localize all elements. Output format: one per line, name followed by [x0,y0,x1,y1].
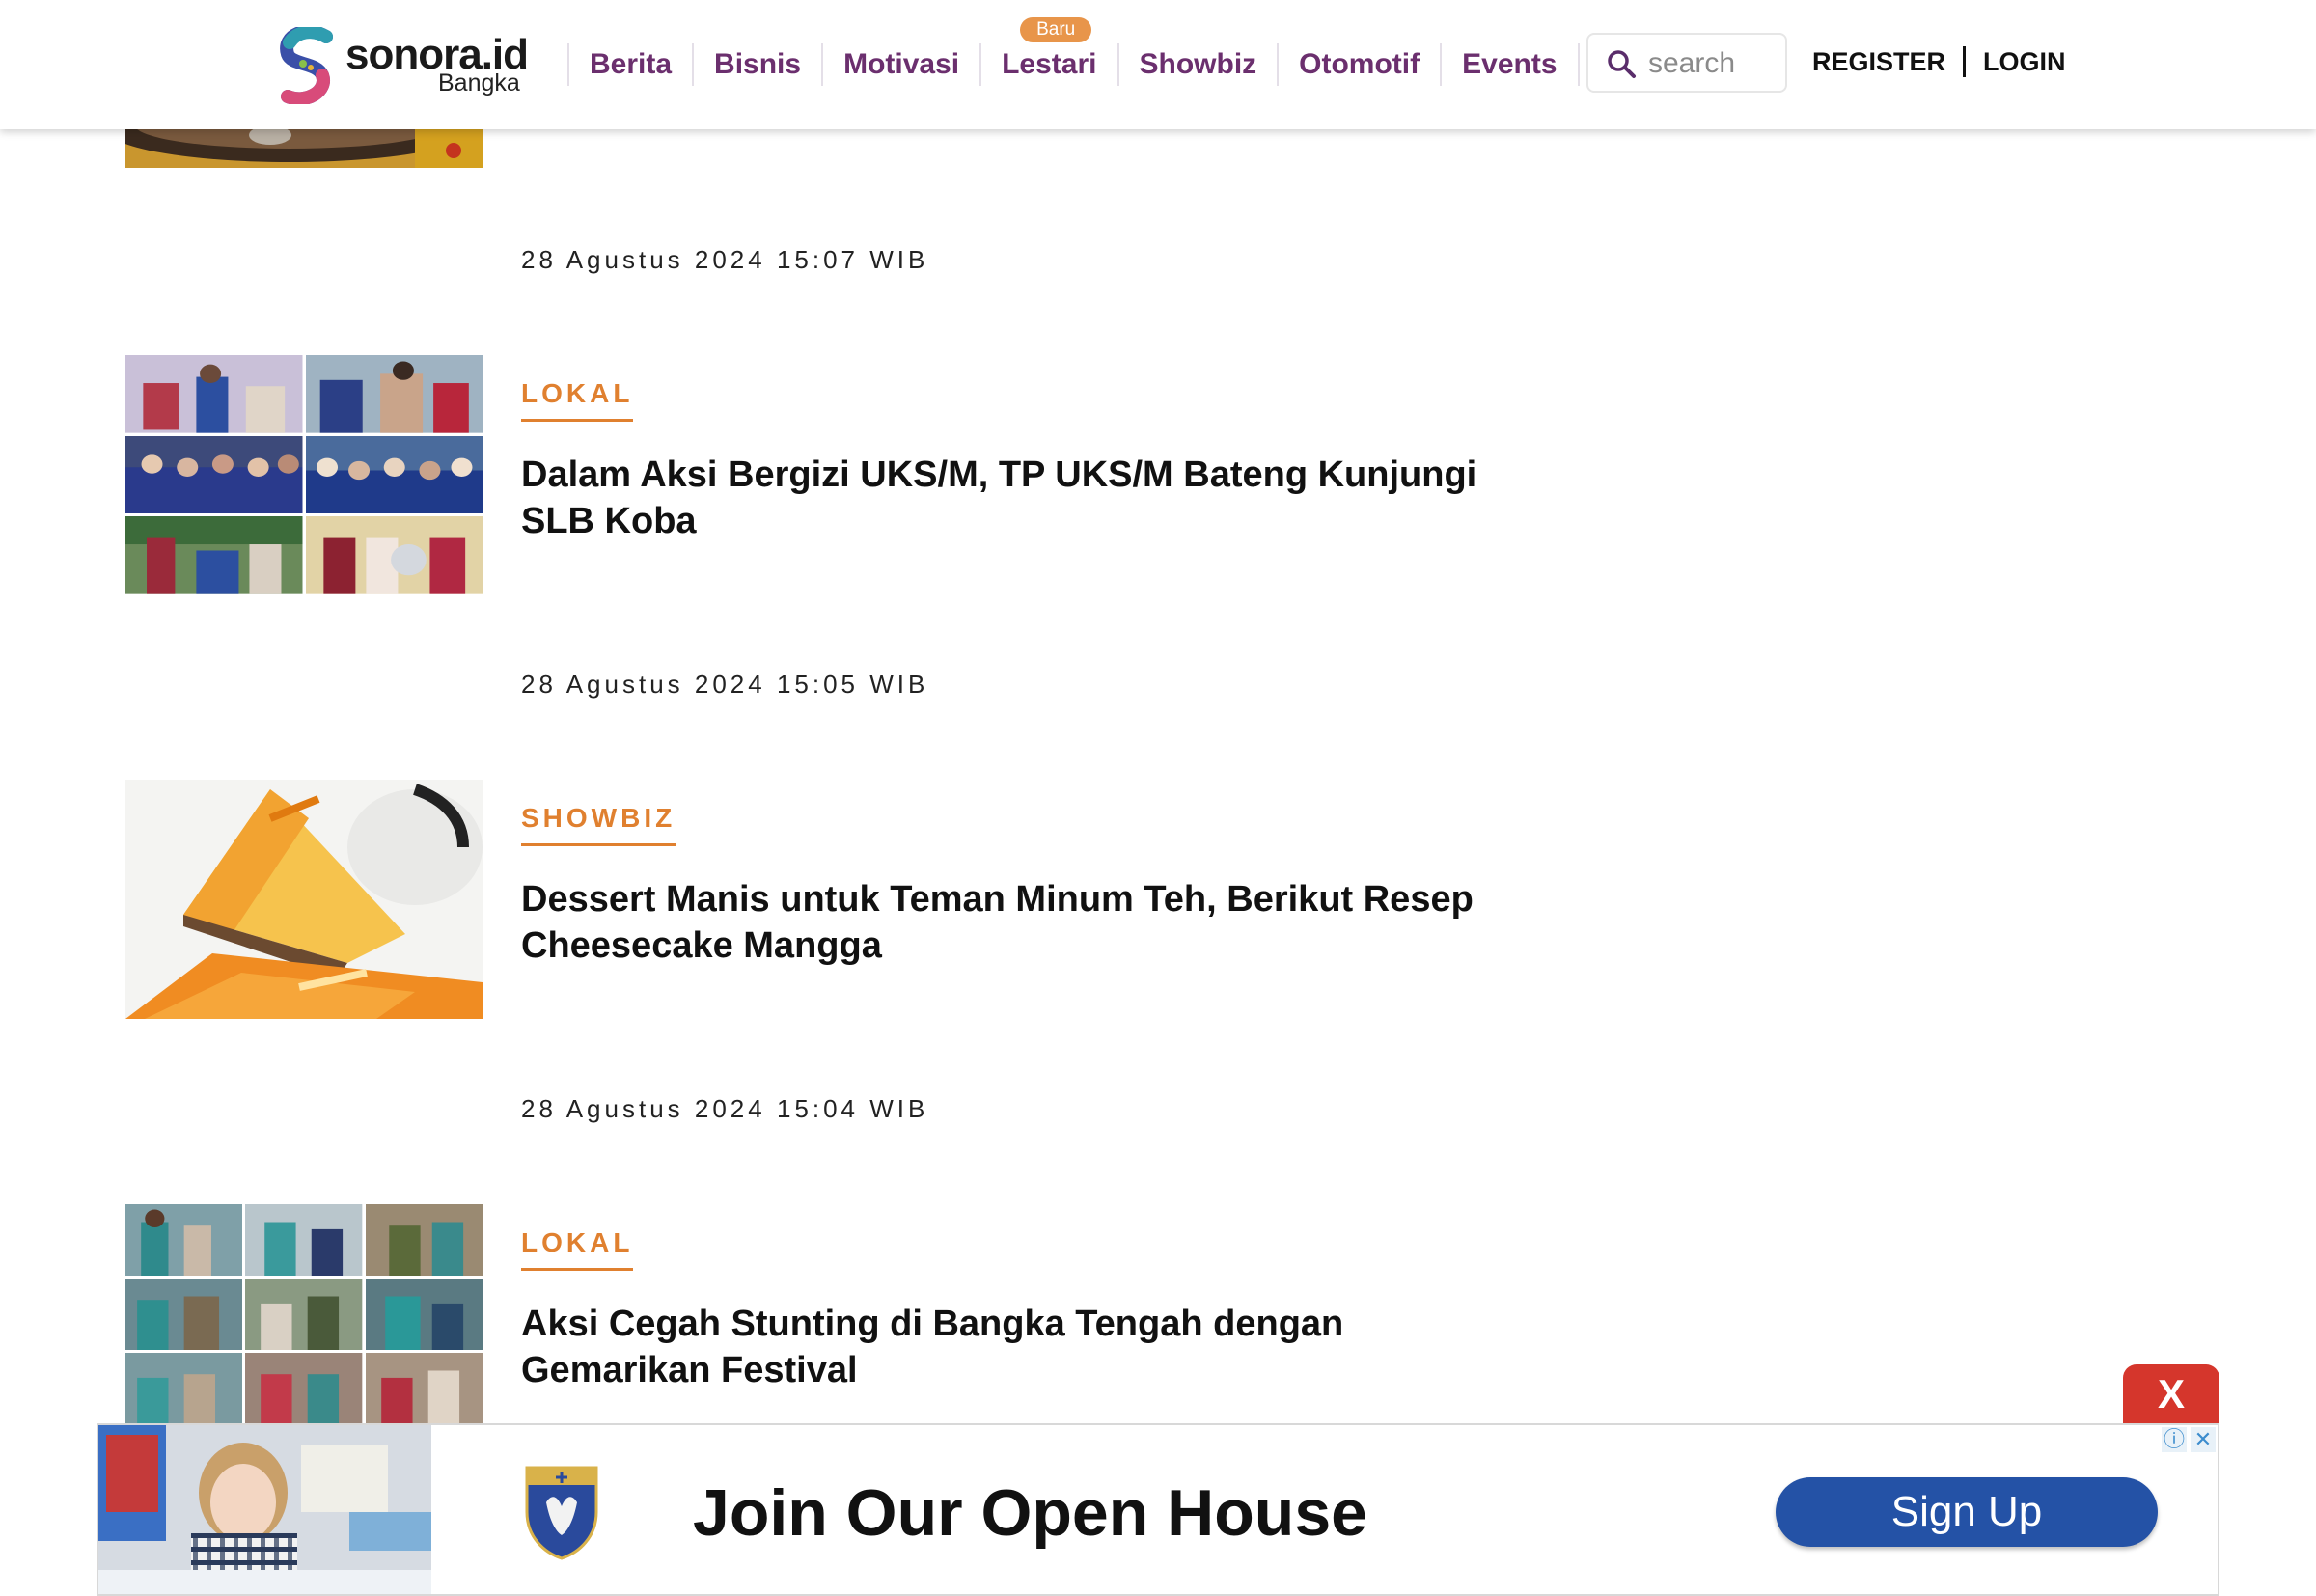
auth-divider [1963,46,1967,77]
ad-close-icon[interactable]: ✕ [2191,1427,2216,1452]
nav-item-otomotif[interactable]: Otomotif [1279,48,1440,81]
logo-region: Bangka [438,69,520,96]
nav-item-events[interactable]: Events [1442,48,1577,81]
article-thumbnail[interactable] [125,780,482,1019]
ad-choices[interactable]: ⓘ ✕ [2162,1427,2216,1452]
site-logo[interactable]: sonora.id Bangka [278,27,529,104]
nav-item-showbiz[interactable]: Showbiz [1119,48,1278,81]
ad-info-icon[interactable]: ⓘ [2162,1427,2187,1452]
school-crest-icon [525,1466,598,1560]
article-thumbnail[interactable] [125,1204,482,1424]
article-category[interactable]: SHOWBIZ [521,803,676,846]
search-box[interactable] [1586,33,1787,93]
ad-headline: Join Our Open House [693,1476,1367,1550]
sonora-logo-icon [280,27,333,104]
cheesecake-photo [125,780,482,1019]
article-thumbnail[interactable] [125,355,482,594]
article-category[interactable]: LOKAL [521,378,634,422]
article-date: 28 Agustus 2024 15:05 WIB [521,670,929,699]
photo-collage [125,1204,482,1424]
article-title[interactable]: Aksi Cegah Stunting di Bangka Tengah den… [521,1301,1505,1393]
nav-divider [1577,43,1580,86]
sign-up-button[interactable]: Sign Up [1776,1477,2158,1547]
main-nav: Berita Bisnis Motivasi Baru Lestari Show… [567,17,1580,87]
auth-links: REGISTER LOGIN [1812,46,2066,77]
article-title[interactable]: Dessert Manis untuk Teman Minum Teh, Ber… [521,876,1505,969]
nav-item-bisnis[interactable]: Bisnis [694,48,821,81]
article-date: 28 Agustus 2024 15:04 WIB [521,1094,929,1123]
ad-image [98,1425,431,1594]
food-photo [125,129,482,168]
article-category[interactable]: LOKAL [521,1227,634,1271]
article-date: 28 Agustus 2024 15:07 WIB [521,245,929,274]
nav-item-label: Lestari [1002,48,1097,80]
search-icon[interactable] [1606,48,1637,79]
ad-close-button[interactable]: X [2123,1364,2220,1424]
nav-item-berita[interactable]: Berita [569,48,692,81]
photo-collage [125,355,482,594]
nav-item-lestari[interactable]: Baru Lestari [981,17,1117,81]
new-badge: Baru [1020,17,1092,42]
site-header: sonora.id Bangka Berita Bisnis Motivasi … [0,0,2316,129]
register-link[interactable]: REGISTER [1812,47,1945,77]
login-link[interactable]: LOGIN [1983,47,2066,77]
nav-item-motivasi[interactable]: Motivasi [823,48,979,81]
search-input[interactable] [1646,44,1781,83]
bottom-ad-banner[interactable]: Join Our Open House Sign Up ⓘ ✕ [96,1423,2220,1596]
article-thumbnail[interactable] [125,129,482,168]
article-title[interactable]: Dalam Aksi Bergizi UKS/M, TP UKS/M Baten… [521,452,1505,544]
